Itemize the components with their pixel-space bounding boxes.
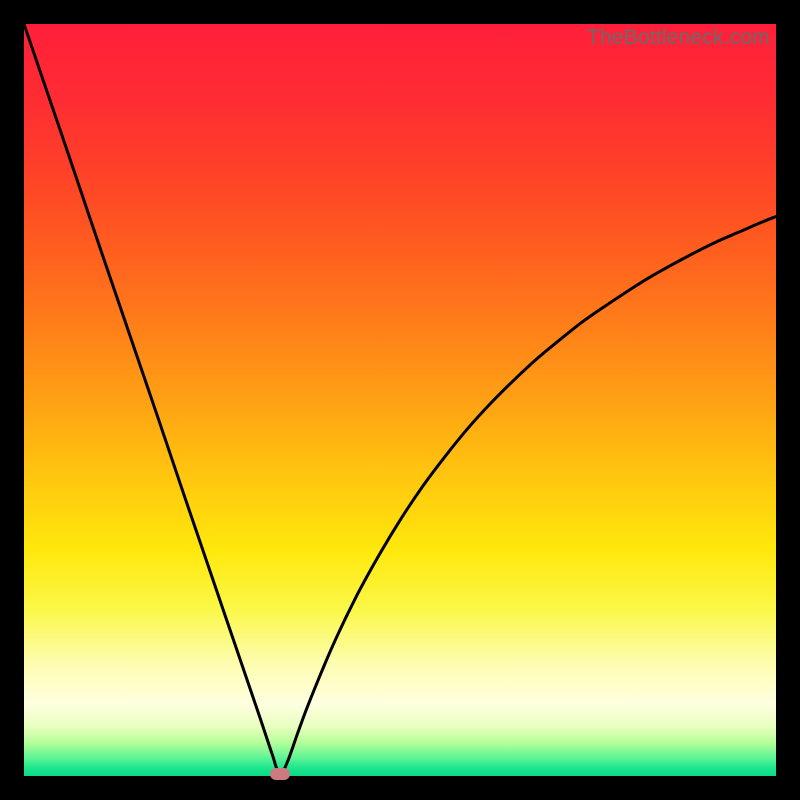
- optimum-marker: [270, 768, 290, 780]
- watermark-text: TheBottleneck.com: [587, 26, 770, 50]
- bottleneck-curve: [24, 24, 776, 775]
- chart-curve-layer: [24, 24, 776, 776]
- chart-frame: TheBottleneck.com: [24, 24, 776, 776]
